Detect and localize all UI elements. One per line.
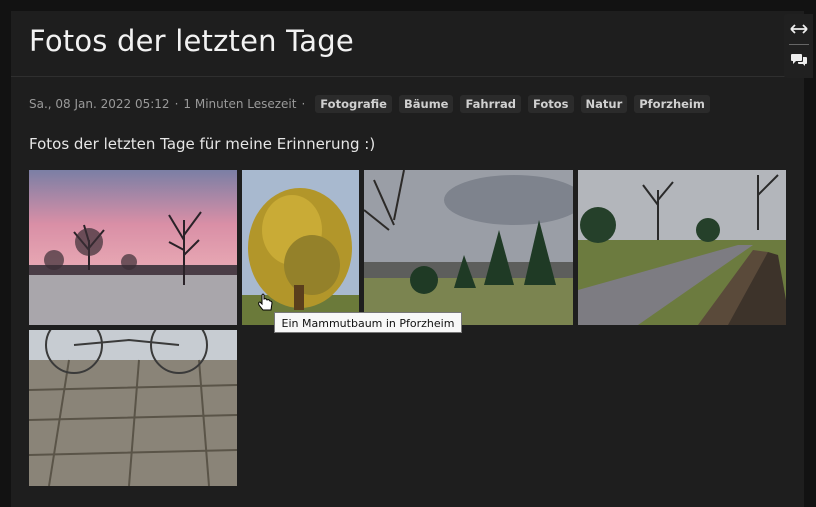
gallery-photo-path[interactable]: [578, 170, 786, 325]
meta-separator: ·: [174, 97, 179, 111]
post-date: Sa., 08 Jan. 2022 05:12: [29, 97, 170, 111]
meta-separator: ·: [301, 97, 306, 111]
gallery-photo-paving[interactable]: [29, 330, 237, 486]
post-intro: Fotos der letzten Tage für meine Erinner…: [29, 135, 376, 153]
tag-link[interactable]: Fotos: [527, 95, 574, 113]
tag-link[interactable]: Pforzheim: [634, 95, 710, 113]
expand-width-icon: [789, 24, 808, 34]
tag-link[interactable]: Bäume: [398, 95, 454, 113]
hand-cursor-icon: [258, 293, 273, 311]
side-toolbar: [784, 14, 813, 78]
reading-time: 1 Minuten Lesezeit: [183, 97, 297, 111]
tag-list: Fotografie Bäume Fahrrad Fotos Natur Pfo…: [315, 95, 717, 113]
comments-button[interactable]: [784, 45, 813, 75]
tag-link[interactable]: Natur: [580, 95, 628, 113]
tag-link[interactable]: Fahrrad: [460, 95, 521, 113]
title-divider: [11, 76, 804, 77]
gallery-photo-valley[interactable]: [364, 170, 573, 325]
image-tooltip: Ein Mammutbaum in Pforzheim: [274, 312, 462, 333]
comments-icon: [790, 54, 807, 66]
post-title: Fotos der letzten Tage: [29, 24, 354, 58]
post-meta: Sa., 08 Jan. 2022 05:12 · 1 Minuten Lese…: [29, 95, 717, 113]
expand-width-button[interactable]: [784, 14, 813, 44]
tag-link[interactable]: Fotografie: [315, 95, 392, 113]
gallery-photo-sunrise[interactable]: [29, 170, 237, 325]
